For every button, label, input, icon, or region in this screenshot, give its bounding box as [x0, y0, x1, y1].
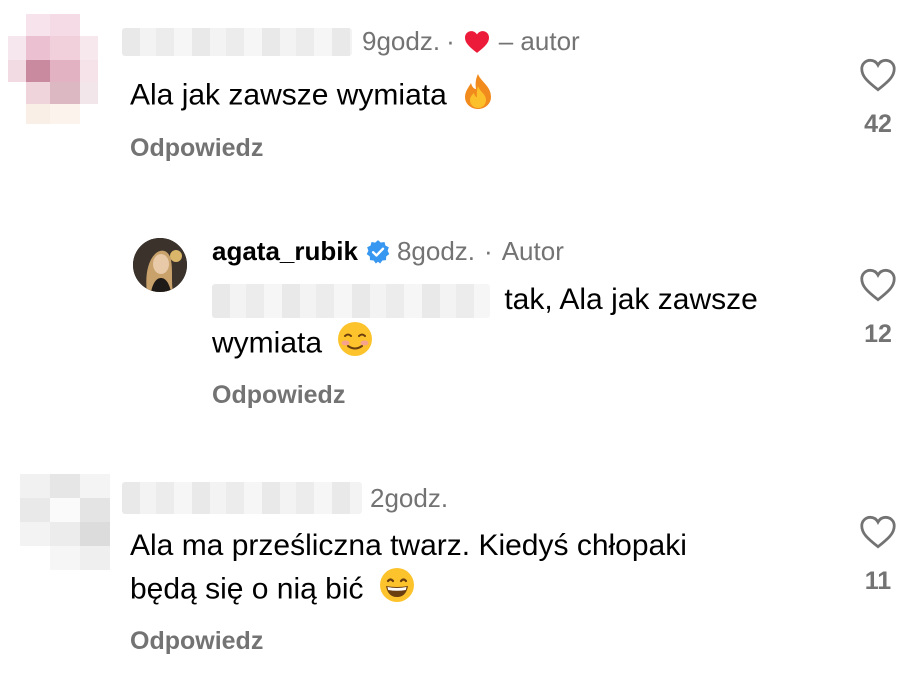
- heart-outline-icon[interactable]: [859, 515, 897, 549]
- separator-dot: ·: [484, 236, 493, 266]
- comment-time: 2godz.: [370, 482, 449, 513]
- verified-badge-icon: [365, 239, 391, 265]
- comment-text: Ala ma prześliczna twarz. Kiedyś chłopak…: [130, 529, 687, 562]
- grinning-face-emoji: [378, 566, 416, 615]
- avatar[interactable]: [8, 14, 98, 132]
- fire-emoji: [461, 72, 495, 121]
- like-count: 11: [864, 567, 892, 595]
- heart-icon: [463, 30, 491, 54]
- smiling-face-emoji: [336, 320, 374, 369]
- reply-button[interactable]: Odpowiedz: [212, 381, 345, 410]
- avatar[interactable]: [133, 238, 187, 292]
- separator-dot: ·: [446, 26, 455, 56]
- comment-text: tak, Ala jak zawsze: [504, 283, 758, 316]
- avatar[interactable]: [20, 474, 110, 570]
- comment-text-continued: będą się o nią bić: [130, 572, 364, 606]
- username[interactable]: agata_rubik: [212, 236, 358, 267]
- heart-outline-icon[interactable]: [859, 58, 897, 92]
- author-tag: Autor: [501, 236, 564, 266]
- redacted-username[interactable]: [122, 482, 362, 514]
- author-tag: – autor: [498, 26, 580, 56]
- redacted-mention[interactable]: [212, 284, 490, 319]
- like-count: 42: [864, 110, 892, 138]
- redacted-username[interactable]: [122, 27, 352, 56]
- comment-text: Ala jak zawsze wymiata: [130, 78, 447, 112]
- reply-button[interactable]: Odpowiedz: [130, 627, 263, 656]
- like-count: 12: [864, 320, 892, 348]
- reply-button[interactable]: Odpowiedz: [130, 134, 263, 163]
- comment-time: 9godz.: [362, 26, 441, 56]
- comment-text-continued: wymiata: [212, 326, 323, 360]
- heart-outline-icon[interactable]: [859, 268, 897, 302]
- comment-time: 8godz.: [396, 236, 476, 266]
